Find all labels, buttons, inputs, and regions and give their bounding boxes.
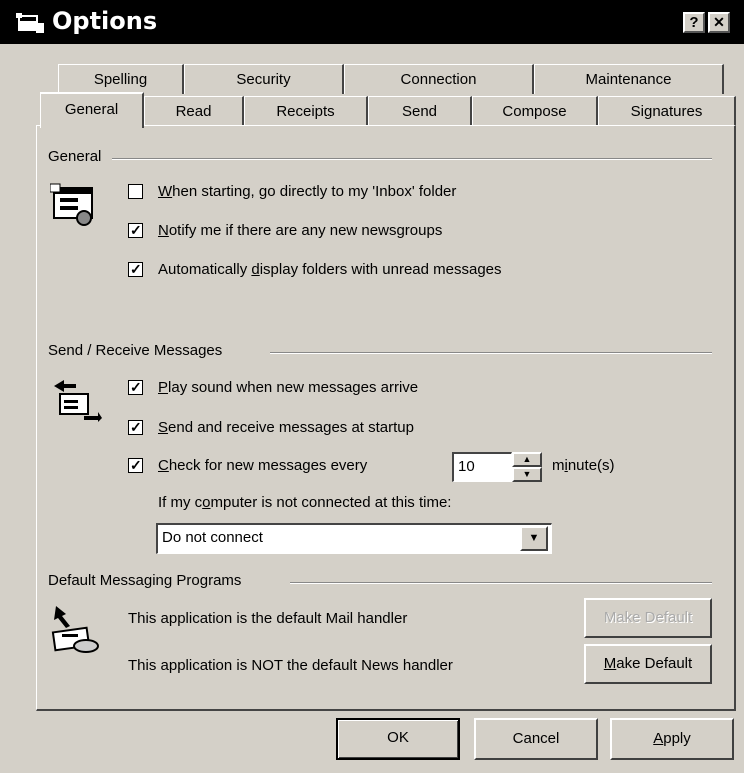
send-receive-icon [50, 378, 102, 426]
apply-button[interactable]: Apply [610, 718, 734, 760]
default-programs-group-heading: Default Messaging Programs [48, 572, 250, 589]
chevron-down-icon: ▼ [528, 532, 540, 544]
connection-select-value: Do not connect [162, 529, 263, 546]
notify-newsgroups-checkbox[interactable]: ✓ [128, 222, 143, 238]
display-unread-folders-checkbox[interactable]: ✓ [128, 261, 143, 277]
check-new-messages-label: Check for new messages every [158, 457, 368, 474]
check-interval-input[interactable]: 10 [452, 452, 512, 482]
tab-security[interactable]: Security [184, 64, 344, 94]
arrow-up-icon: ▲ [522, 454, 532, 464]
interval-spinner: ▲ ▼ [512, 452, 542, 482]
not-connected-label: If my computer is not connected at this … [158, 494, 452, 511]
tab-send[interactable]: Send [368, 96, 472, 126]
tab-spelling[interactable]: Spelling [58, 64, 184, 94]
connection-select[interactable]: Do not connect [156, 523, 552, 554]
arrow-down-icon: ▼ [522, 469, 532, 479]
display-unread-folders-label: Automatically display folders with unrea… [158, 261, 502, 278]
help-button[interactable]: ? [683, 12, 705, 33]
tab-signatures[interactable]: Signatures [598, 96, 736, 126]
window-title: Options [52, 7, 158, 35]
make-default-mail-button[interactable]: Make Default [584, 598, 712, 638]
notify-newsgroups-label: Notify me if there are any new newsgroup… [158, 222, 443, 239]
tab-maintenance[interactable]: Maintenance [534, 64, 724, 94]
options-dialog: Options ? ✕ Spelling Security Connection… [0, 0, 744, 773]
tab-general[interactable]: General [40, 92, 144, 128]
tab-read[interactable]: Read [144, 96, 244, 126]
send-receive-startup-checkbox[interactable]: ✓ [128, 419, 143, 435]
make-default-news-button[interactable]: Make Default [584, 644, 712, 684]
connection-dropdown-button[interactable]: ▼ [520, 526, 548, 551]
start-in-inbox-label: When starting, go directly to my 'Inbox'… [158, 183, 457, 200]
send-receive-startup-label: Send and receive messages at startup [158, 419, 414, 436]
group-divider [112, 158, 712, 160]
settings-window-icon [49, 182, 98, 232]
check-new-messages-checkbox[interactable]: ✓ [128, 457, 143, 473]
close-button[interactable]: ✕ [708, 12, 730, 33]
group-divider [290, 582, 712, 584]
ok-button[interactable]: OK [336, 718, 460, 760]
send-receive-group-heading: Send / Receive Messages [48, 342, 231, 359]
mail-handler-text: This application is the default Mail han… [128, 610, 408, 627]
group-divider [270, 352, 712, 354]
cancel-button[interactable]: Cancel [474, 718, 598, 760]
spinner-up-button[interactable]: ▲ [512, 452, 542, 467]
play-sound-label: Play sound when new messages arrive [158, 379, 419, 396]
start-in-inbox-checkbox[interactable] [128, 184, 143, 199]
default-programs-icon [48, 604, 104, 660]
interval-unit-label: minute(s) [552, 457, 615, 474]
news-handler-text: This application is NOT the default News… [128, 657, 453, 674]
options-app-icon [16, 11, 46, 39]
general-group-heading: General [48, 148, 110, 165]
tab-receipts[interactable]: Receipts [244, 96, 368, 126]
title-bar[interactable]: Options ? ✕ [0, 0, 744, 44]
play-sound-checkbox[interactable]: ✓ [128, 379, 143, 395]
tab-compose[interactable]: Compose [472, 96, 598, 126]
tab-connection[interactable]: Connection [344, 64, 534, 94]
spinner-down-button[interactable]: ▼ [512, 467, 542, 482]
